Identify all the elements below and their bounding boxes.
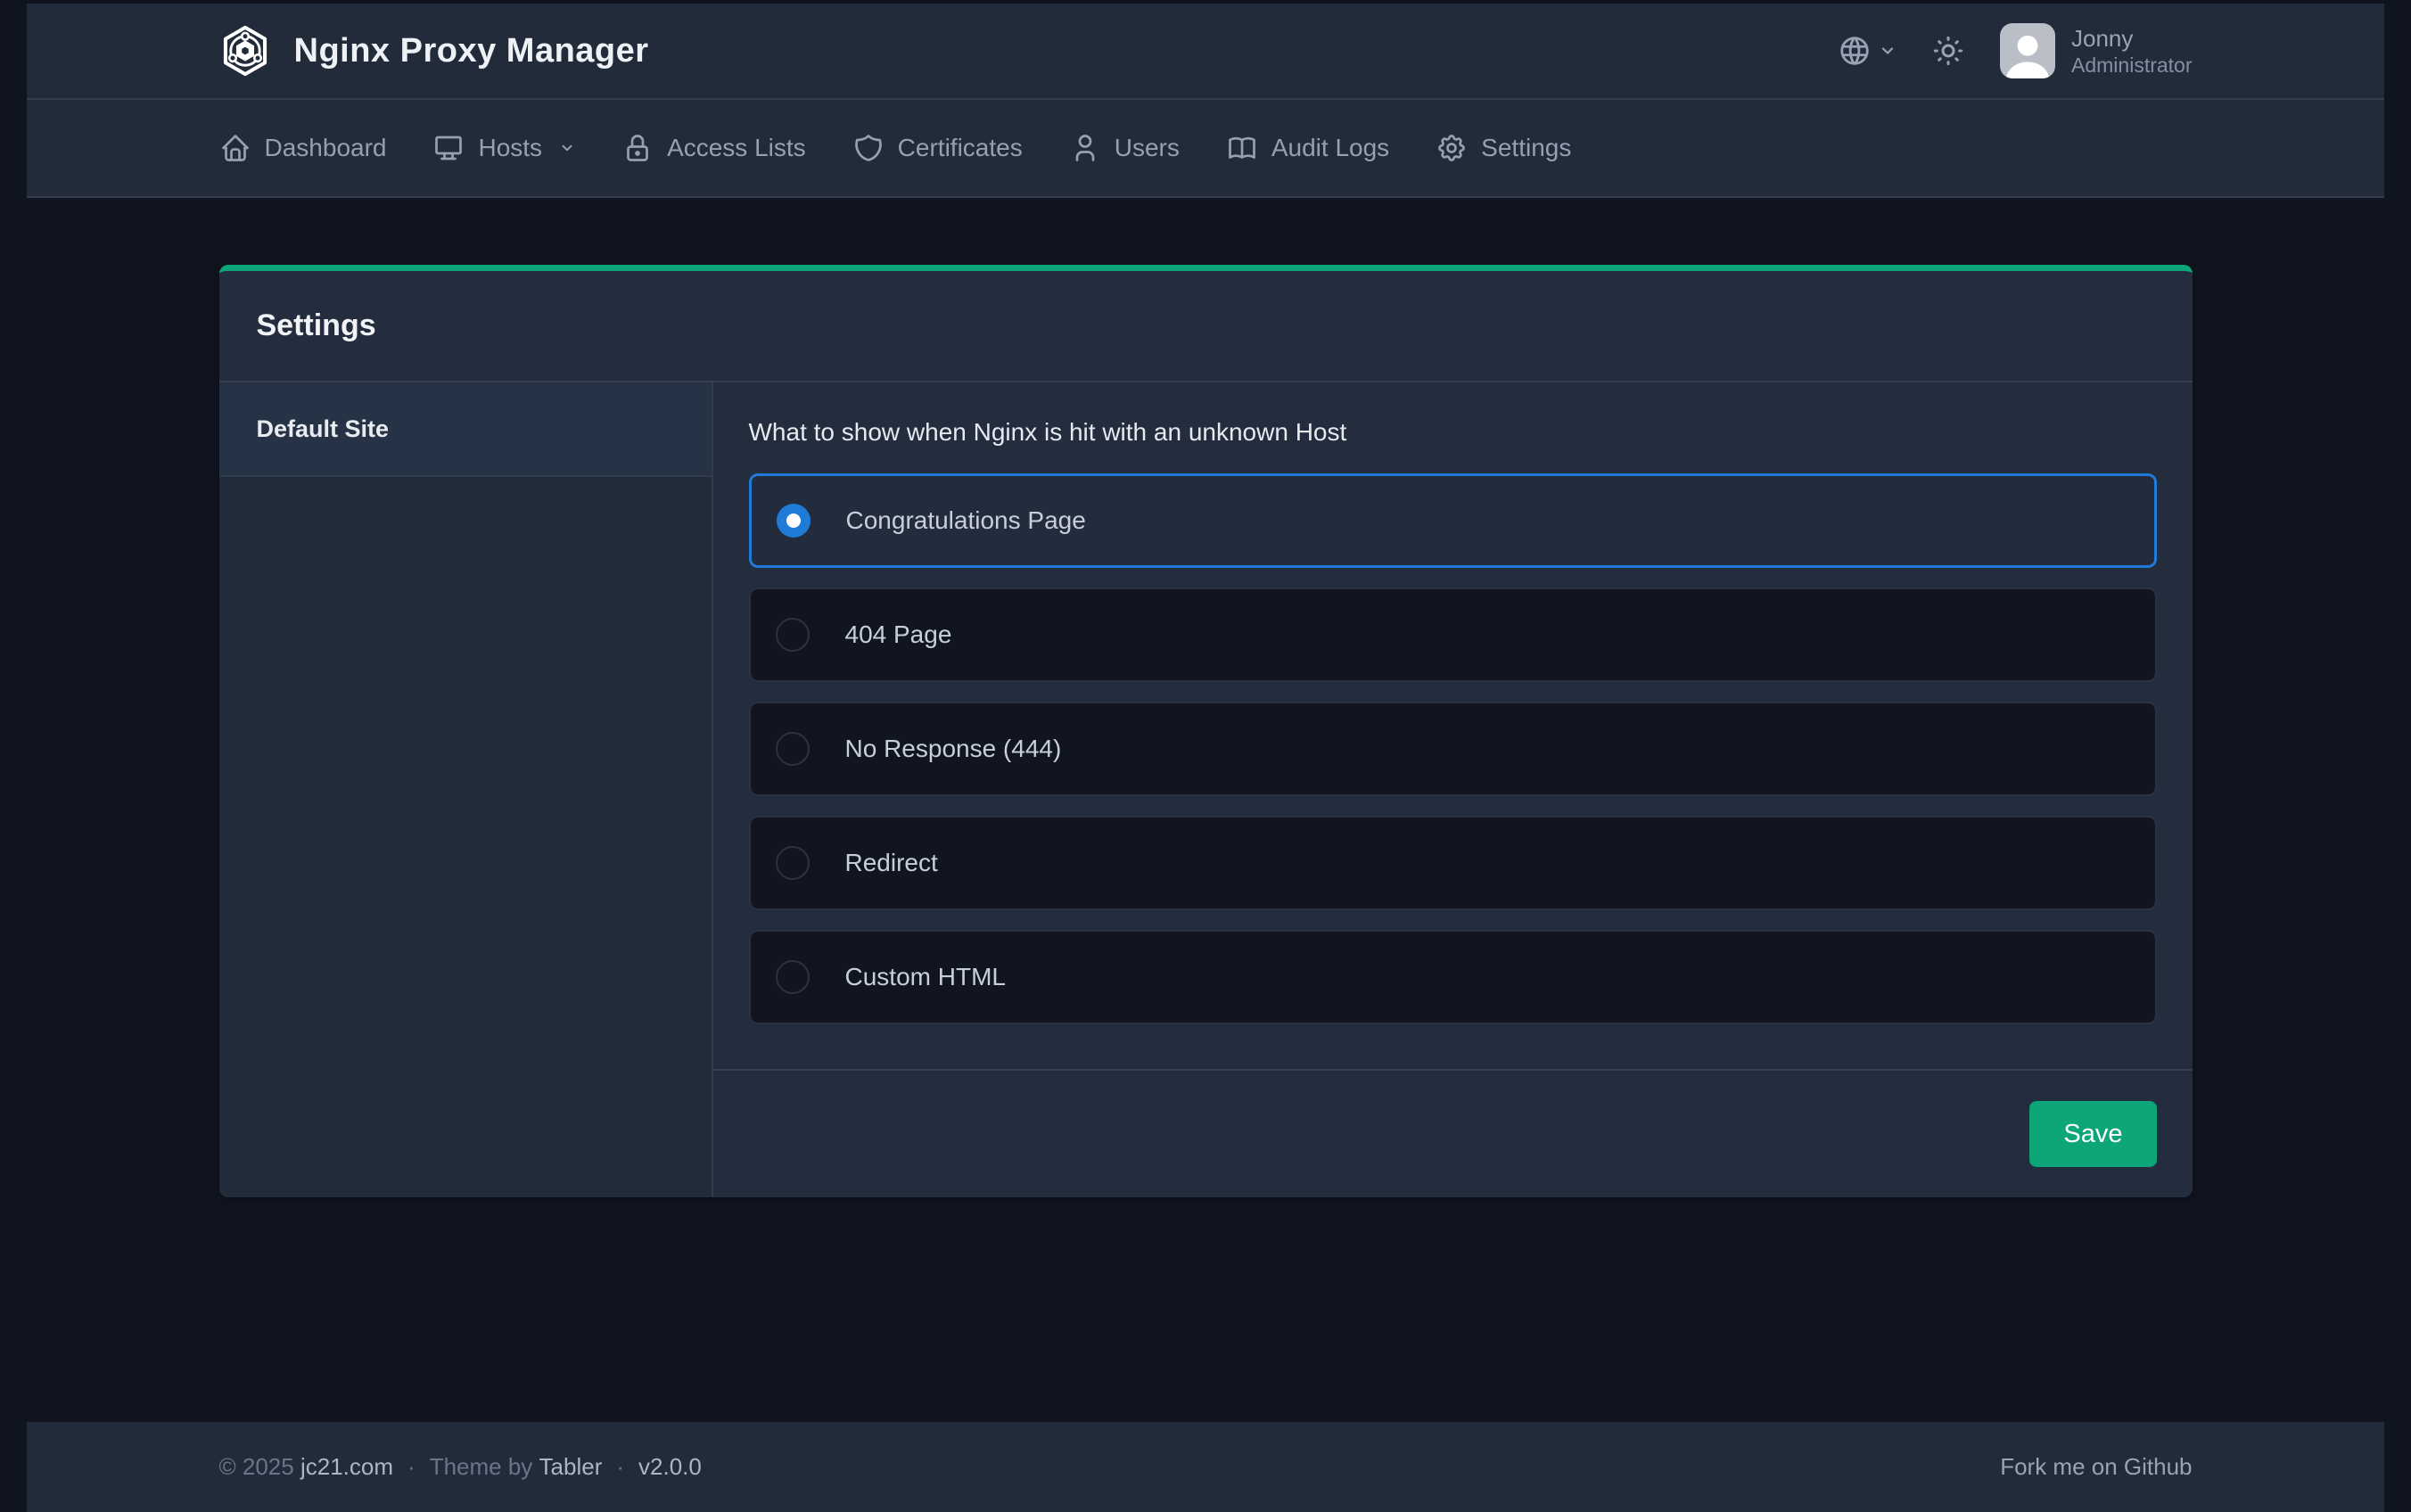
settings-sidebar: Default Site xyxy=(219,382,713,1197)
nav-item-hosts[interactable]: Hosts xyxy=(432,132,575,164)
language-selector[interactable] xyxy=(1838,34,1897,68)
question-label: What to show when Nginx is hit with an u… xyxy=(749,418,2157,447)
version-text: v2.0.0 xyxy=(638,1453,702,1481)
option-label: Redirect xyxy=(845,849,938,877)
gear-icon xyxy=(1436,132,1468,164)
book-icon xyxy=(1226,132,1258,164)
avatar xyxy=(2000,23,2055,78)
lock-icon xyxy=(621,132,654,164)
option-no-response[interactable]: No Response (444) xyxy=(749,702,2157,796)
option-label: 404 Page xyxy=(845,620,952,649)
option-custom-html[interactable]: Custom HTML xyxy=(749,930,2157,1024)
nav-item-access-lists[interactable]: Access Lists xyxy=(621,132,806,164)
user-role: Administrator xyxy=(2071,53,2192,78)
nav-label: Certificates xyxy=(898,134,1023,162)
footer: © 2025 jc21.com · Theme by Tabler · v2.0… xyxy=(27,1422,2384,1512)
nav-label: Access Lists xyxy=(667,134,806,162)
nav-item-settings[interactable]: Settings xyxy=(1436,132,1571,164)
option-label: Custom HTML xyxy=(845,963,1006,991)
user-name: Jonny xyxy=(2071,24,2192,53)
nav-item-audit-logs[interactable]: Audit Logs xyxy=(1226,132,1389,164)
sun-icon xyxy=(1930,33,1966,69)
nav-label: Hosts xyxy=(478,134,542,162)
nav-item-dashboard[interactable]: Dashboard xyxy=(219,132,387,164)
nav-label: Users xyxy=(1115,134,1180,162)
globe-icon xyxy=(1838,34,1872,68)
option-congratulations-page[interactable]: Congratulations Page xyxy=(749,473,2157,568)
option-label: No Response (444) xyxy=(845,735,1062,763)
chevron-down-icon xyxy=(559,140,575,156)
nav-label: Settings xyxy=(1481,134,1571,162)
nav-item-users[interactable]: Users xyxy=(1069,132,1180,164)
radio-unselected-icon[interactable] xyxy=(776,960,810,994)
header: Nginx Proxy Manager xyxy=(27,4,2384,198)
save-button[interactable]: Save xyxy=(2029,1101,2156,1167)
separator: · xyxy=(407,1453,416,1481)
app-logo-icon xyxy=(219,25,271,77)
nav-label: Dashboard xyxy=(265,134,387,162)
home-icon xyxy=(219,132,251,164)
radio-unselected-icon[interactable] xyxy=(776,618,810,652)
settings-card: Settings Default Site What to show when … xyxy=(219,265,2193,1197)
user-menu[interactable]: Jonny Administrator xyxy=(2000,23,2192,78)
monitor-icon xyxy=(432,132,465,164)
nav-label: Audit Logs xyxy=(1271,134,1389,162)
jc21-link[interactable]: jc21.com xyxy=(300,1453,393,1481)
card-footer: Save xyxy=(713,1069,2193,1197)
user-icon xyxy=(1069,132,1101,164)
card-header: Settings xyxy=(219,271,2193,382)
tabler-link[interactable]: Tabler xyxy=(539,1453,603,1481)
radio-unselected-icon[interactable] xyxy=(776,732,810,766)
option-label: Congratulations Page xyxy=(846,506,1086,535)
main-content: Settings Default Site What to show when … xyxy=(219,198,2193,1422)
radio-unselected-icon[interactable] xyxy=(776,846,810,880)
page-title: Settings xyxy=(257,308,2155,343)
sidebar-item-default-site[interactable]: Default Site xyxy=(219,382,712,477)
chevron-down-icon xyxy=(1879,42,1897,60)
theme-by-text: Theme by xyxy=(430,1453,533,1481)
option-redirect[interactable]: Redirect xyxy=(749,816,2157,910)
copyright-text: © 2025 xyxy=(219,1453,294,1481)
theme-toggle-button[interactable] xyxy=(1930,33,1966,69)
main-nav: Dashboard Hosts Access Lists xyxy=(27,100,2384,198)
nav-item-certificates[interactable]: Certificates xyxy=(852,132,1023,164)
settings-content: What to show when Nginx is hit with an u… xyxy=(713,382,2193,1197)
brand[interactable]: Nginx Proxy Manager xyxy=(219,25,649,77)
shield-icon xyxy=(852,132,885,164)
separator: · xyxy=(616,1453,624,1481)
app-title: Nginx Proxy Manager xyxy=(294,32,649,70)
option-404-page[interactable]: 404 Page xyxy=(749,588,2157,682)
fork-github-link[interactable]: Fork me on Github xyxy=(2000,1453,2192,1481)
radio-selected-icon[interactable] xyxy=(777,504,811,538)
